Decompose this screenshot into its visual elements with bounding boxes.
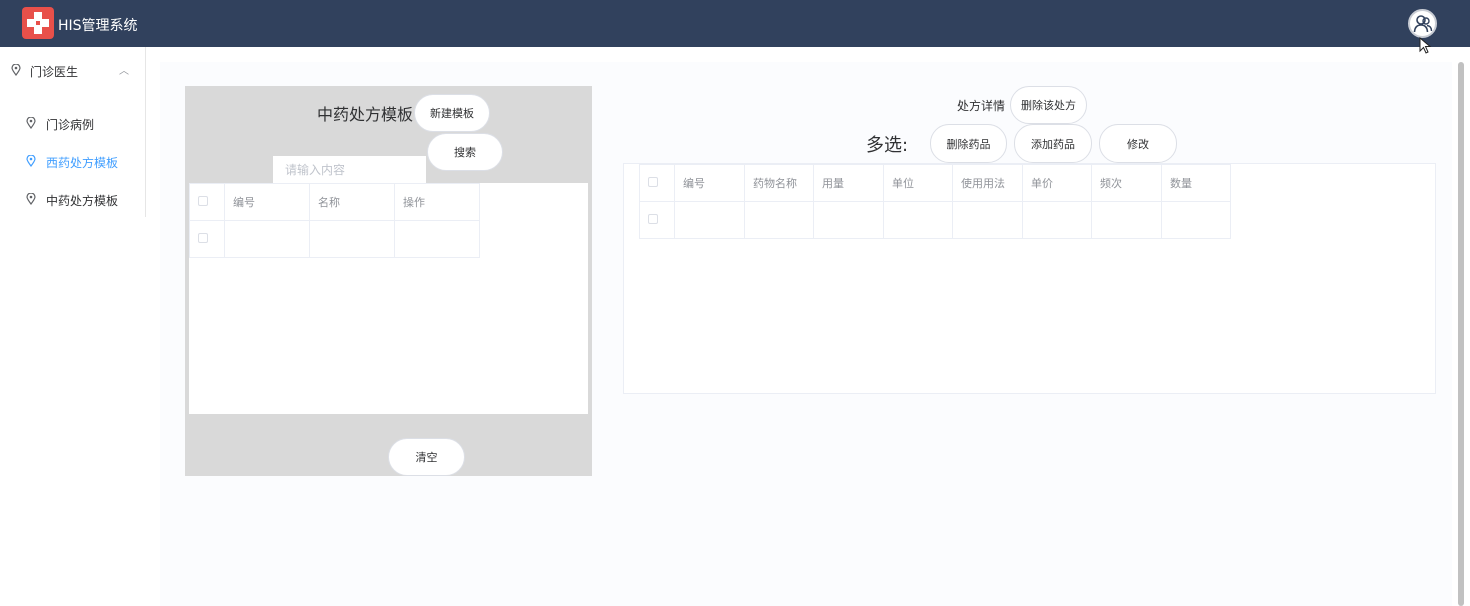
- table-cell: [883, 201, 953, 239]
- location-pin-icon: [26, 155, 36, 167]
- table-cell: [952, 201, 1023, 239]
- column-header: 数量: [1161, 164, 1231, 202]
- column-header: 编号: [674, 164, 745, 202]
- sidebar-item-label: 门诊病例: [46, 118, 95, 132]
- chevron-up-icon[interactable]: ︿: [119, 62, 129, 77]
- select-all-checkbox[interactable]: [648, 176, 658, 187]
- column-header: 名称: [309, 183, 395, 221]
- column-header: 药物名称: [744, 164, 814, 202]
- drug-table: 编号 药物名称 用量 单位 使用用法 单价 频次 数量: [639, 164, 1231, 239]
- prescription-detail-label: 处方详情: [957, 99, 1006, 113]
- add-drug-button[interactable]: 添加药品: [1014, 124, 1092, 163]
- table-cell: [1091, 201, 1162, 239]
- location-pin-icon: [11, 64, 21, 76]
- table-row: [189, 220, 480, 258]
- sidebar-item-outpatient-cases[interactable]: 门诊病例: [0, 108, 145, 138]
- table-cell: [813, 201, 884, 239]
- row-checkbox[interactable]: [198, 232, 208, 243]
- table-cell: [394, 220, 480, 258]
- column-header: 使用用法: [952, 164, 1023, 202]
- app-title: HIS管理系统: [58, 18, 138, 34]
- sidebar-group-outpatient-doctor[interactable]: 门诊医生 ︿: [0, 57, 145, 83]
- table-cell: [309, 220, 395, 258]
- column-header: 单位: [883, 164, 953, 202]
- sidebar: 门诊医生 ︿ 门诊病例 西药处方模板 中药处方模板: [0, 47, 146, 217]
- top-navbar: HIS管理系统: [0, 0, 1470, 54]
- sidebar-item-label: 中药处方模板: [46, 194, 119, 208]
- column-header: 用量: [813, 164, 884, 202]
- template-panel-title: 中药处方模板: [317, 105, 414, 124]
- column-header: 操作: [394, 183, 480, 221]
- location-pin-icon: [26, 117, 36, 129]
- delete-prescription-button[interactable]: 删除该处方: [1010, 86, 1087, 124]
- table-cell: [224, 220, 310, 258]
- mouse-cursor-icon: [1419, 37, 1432, 54]
- sidebar-item-western-medicine-template[interactable]: 西药处方模板: [0, 146, 145, 176]
- multi-select-label: 多选:: [866, 135, 909, 156]
- table-header-row: 编号 药物名称 用量 单位 使用用法 单价 频次 数量: [639, 164, 1231, 202]
- location-pin-icon: [26, 193, 36, 205]
- row-checkbox[interactable]: [648, 213, 658, 224]
- table-header-row: 编号 名称 操作: [189, 183, 480, 221]
- red-cross-logo-icon: [22, 7, 54, 39]
- column-header: 编号: [224, 183, 310, 221]
- table-row: [639, 201, 1231, 239]
- column-header: 单价: [1022, 164, 1092, 202]
- select-all-checkbox[interactable]: [198, 195, 208, 206]
- vertical-scrollbar[interactable]: [1458, 62, 1464, 606]
- table-cell: [744, 201, 814, 239]
- delete-drug-button[interactable]: 删除药品: [930, 124, 1007, 163]
- search-button[interactable]: 搜索: [427, 133, 503, 171]
- clear-button[interactable]: 清空: [388, 438, 465, 476]
- edit-button[interactable]: 修改: [1099, 124, 1177, 163]
- template-table: 编号 名称 操作: [189, 183, 480, 258]
- new-template-button[interactable]: 新建模板: [414, 94, 490, 132]
- column-header: 频次: [1091, 164, 1162, 202]
- sidebar-item-label: 西药处方模板: [46, 156, 119, 170]
- sidebar-group-label: 门诊医生: [30, 65, 79, 79]
- search-input[interactable]: [273, 156, 426, 183]
- sidebar-item-chinese-medicine-template[interactable]: 中药处方模板: [0, 184, 145, 214]
- table-cell: [1161, 201, 1231, 239]
- table-cell: [1022, 201, 1092, 239]
- user-avatar-icon[interactable]: [1408, 9, 1437, 38]
- table-cell: [674, 201, 745, 239]
